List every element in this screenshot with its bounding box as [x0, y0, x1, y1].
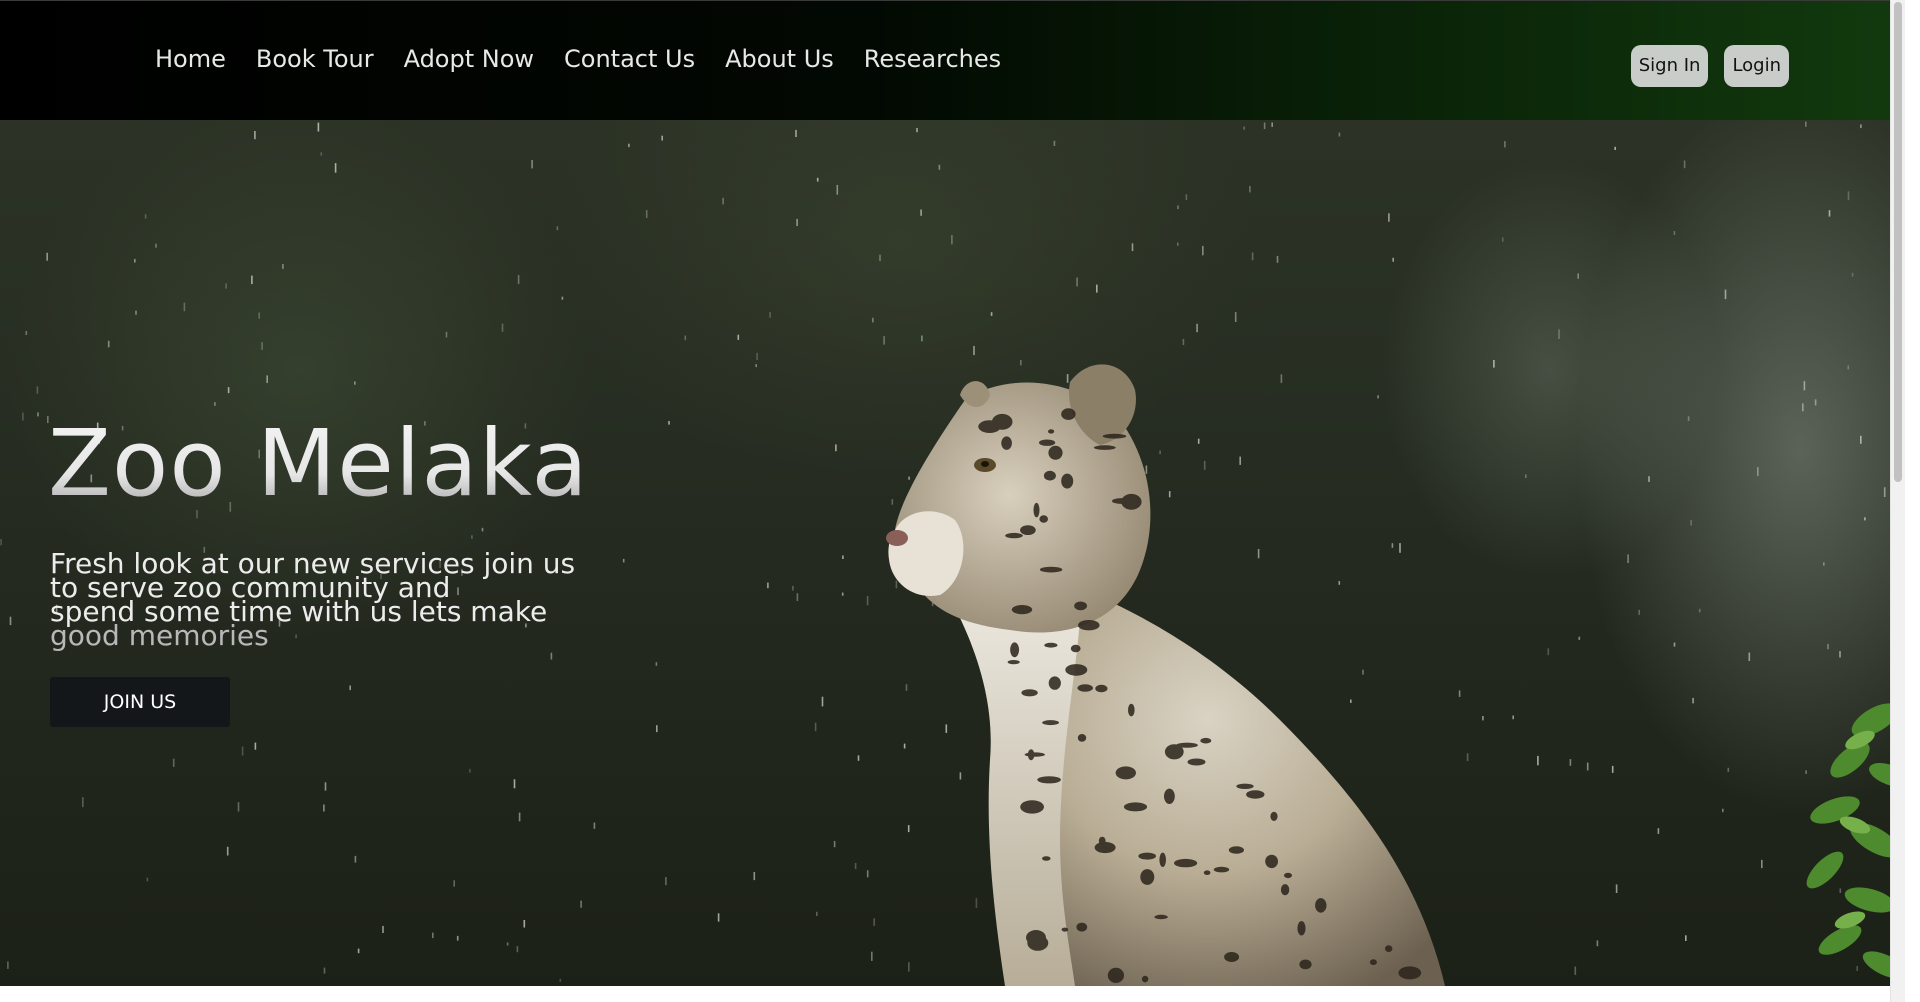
- leopard-spot: [1187, 758, 1206, 766]
- leopard-spot: [1315, 898, 1327, 913]
- leopard-spot: [1123, 802, 1148, 812]
- leopard-spot: [1141, 975, 1149, 983]
- leopard-spot: [1042, 856, 1051, 861]
- leopard-spot: [1154, 914, 1168, 920]
- leopard-spot: [1074, 601, 1087, 611]
- foliage-decoration: [1806, 703, 1905, 979]
- leopard-spot: [1270, 811, 1278, 822]
- leopard-spot: [1077, 684, 1093, 692]
- hero-banner: Zoo Melaka Fresh look at our new service…: [0, 120, 1905, 986]
- leopard-spot: [1164, 788, 1175, 804]
- leopard-spot: [1140, 869, 1155, 885]
- leopard-spot: [1077, 734, 1087, 742]
- sign-in-button[interactable]: Sign In: [1630, 45, 1709, 87]
- hero-title: Zoo Melaka: [48, 410, 589, 517]
- nav-link-contact-us[interactable]: Contact Us: [564, 45, 695, 73]
- leopard-spot: [1112, 498, 1130, 504]
- leopard-spot: [1102, 433, 1127, 439]
- leopard-spot: [1385, 945, 1393, 952]
- join-us-button[interactable]: JOIN US: [50, 677, 230, 727]
- leopard-spot: [1246, 790, 1265, 799]
- leopard-spot: [1039, 439, 1056, 446]
- hero-description: Fresh look at our new services join us t…: [50, 550, 620, 650]
- leopard-spot: [1007, 660, 1020, 665]
- leopard-spot: [978, 420, 1001, 433]
- leopard-spot: [1236, 783, 1254, 789]
- leopard-spot: [1095, 684, 1108, 693]
- leopard-spot: [1297, 921, 1306, 936]
- leopard-spot: [1200, 737, 1212, 744]
- leopard-spot: [1026, 930, 1046, 946]
- page-scrollbar[interactable]: [1890, 0, 1905, 1002]
- leopard-spot: [1070, 644, 1081, 653]
- leopard-spot: [1174, 858, 1198, 868]
- nav-link-book-tour[interactable]: Book Tour: [256, 45, 374, 73]
- leopard-spot: [1065, 664, 1088, 676]
- leopard-spot: [1115, 766, 1137, 780]
- leopard-spot: [1020, 525, 1036, 535]
- leopard-spot: [1078, 620, 1100, 631]
- leopard-spot: [1128, 703, 1135, 717]
- leopard-spot: [1042, 720, 1059, 726]
- page: Home Book Tour Adopt Now Contact Us Abou…: [0, 0, 1905, 1002]
- leopard-spot: [1107, 967, 1124, 984]
- nav-link-adopt-now[interactable]: Adopt Now: [404, 45, 534, 73]
- leopard-spot: [1061, 927, 1069, 932]
- leopard-spot: [1369, 959, 1377, 966]
- leopard-spot: [1024, 752, 1045, 757]
- navbar: Home Book Tour Adopt Now Contact Us Abou…: [0, 0, 1905, 120]
- leopard-spot: [1021, 689, 1038, 697]
- leopard-spot: [1299, 959, 1312, 970]
- leopard-spot: [1048, 429, 1055, 434]
- leopard-spot: [1061, 473, 1074, 489]
- leopard-spot: [1284, 872, 1292, 879]
- leopard-spot: [1076, 922, 1088, 932]
- leopard-spot: [1203, 870, 1211, 875]
- leopard-spot: [1010, 642, 1020, 658]
- leopard-spot: [1039, 566, 1063, 573]
- scrollbar-thumb[interactable]: [1894, 2, 1902, 482]
- nav-link-about-us[interactable]: About Us: [725, 45, 834, 73]
- leopard-spot: [1280, 884, 1290, 896]
- leopard-spot: [1043, 470, 1056, 481]
- leopard-spot: [1159, 852, 1166, 867]
- leopard-spot: [1020, 800, 1044, 814]
- leopard-spot: [1011, 605, 1033, 615]
- leopard-spot: [1039, 515, 1048, 523]
- leopard-spot: [1037, 776, 1061, 784]
- leopard-spot: [1213, 866, 1230, 873]
- nav-link-researches[interactable]: Researches: [864, 45, 1001, 73]
- leopard-spot: [1001, 436, 1012, 450]
- leopard-spot: [1048, 676, 1061, 690]
- leopard-spot: [1098, 836, 1106, 845]
- leopard-spot: [1224, 952, 1240, 962]
- main-nav: Home Book Tour Adopt Now Contact Us Abou…: [155, 45, 1031, 73]
- leopard-spot: [1094, 841, 1116, 854]
- leopard-spot: [1228, 846, 1244, 854]
- login-button[interactable]: Login: [1724, 45, 1789, 87]
- leopard-spot: [1164, 744, 1184, 760]
- leopard-spot: [1005, 532, 1023, 539]
- leopard-spot: [1061, 408, 1076, 420]
- leopard-spot: [1265, 854, 1278, 869]
- leopard-spot: [1093, 445, 1116, 450]
- leopard-spot: [1033, 502, 1040, 518]
- leopard-spot: [1044, 642, 1058, 648]
- leopard-spot: [1048, 445, 1063, 460]
- leopard-spot: [1398, 966, 1422, 980]
- nav-link-home[interactable]: Home: [155, 45, 226, 73]
- leopard-spot: [1138, 852, 1156, 860]
- auth-buttons: Sign In Login: [1630, 45, 1789, 87]
